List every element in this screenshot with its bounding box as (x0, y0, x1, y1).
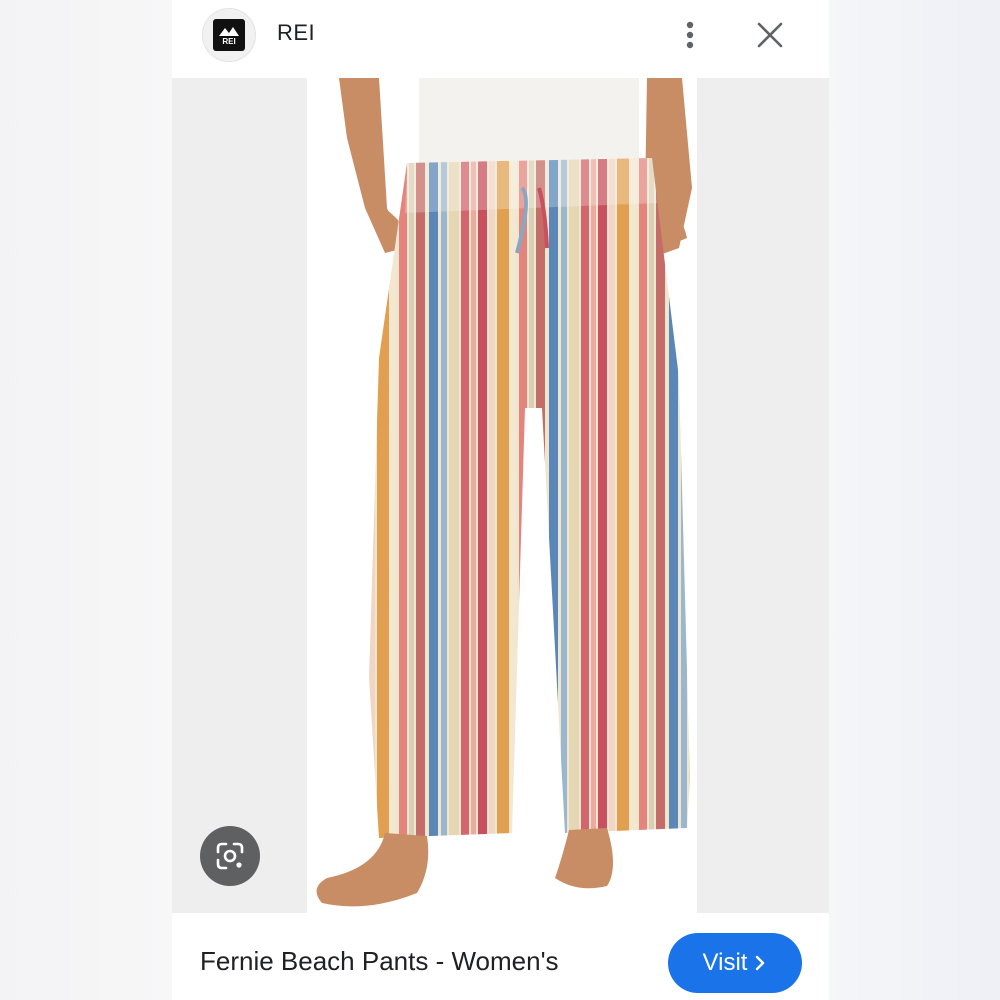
site-name[interactable]: REI (277, 20, 315, 46)
svg-text:REI: REI (222, 37, 235, 46)
google-lens-icon (216, 842, 244, 870)
more-vert-icon (686, 21, 694, 49)
close-button[interactable] (750, 14, 790, 56)
visit-label: Visit (702, 949, 748, 976)
close-icon (757, 22, 783, 48)
image-result-card: REI REI Fernie Beach Pants - Women's Vis… (172, 0, 829, 1000)
chevron-right-icon (756, 955, 765, 971)
striped-pants-illustration (316, 78, 692, 907)
site-logo[interactable]: REI (202, 8, 256, 62)
image-preview-area[interactable] (172, 78, 829, 913)
lens-search-button[interactable] (200, 826, 260, 886)
product-photo[interactable] (307, 78, 697, 913)
product-title[interactable]: Fernie Beach Pants - Women's (200, 946, 559, 977)
more-options-button[interactable] (674, 14, 706, 56)
rei-logo-icon: REI (213, 19, 245, 51)
visit-button[interactable]: Visit (668, 933, 802, 993)
result-header: REI REI (172, 0, 829, 78)
